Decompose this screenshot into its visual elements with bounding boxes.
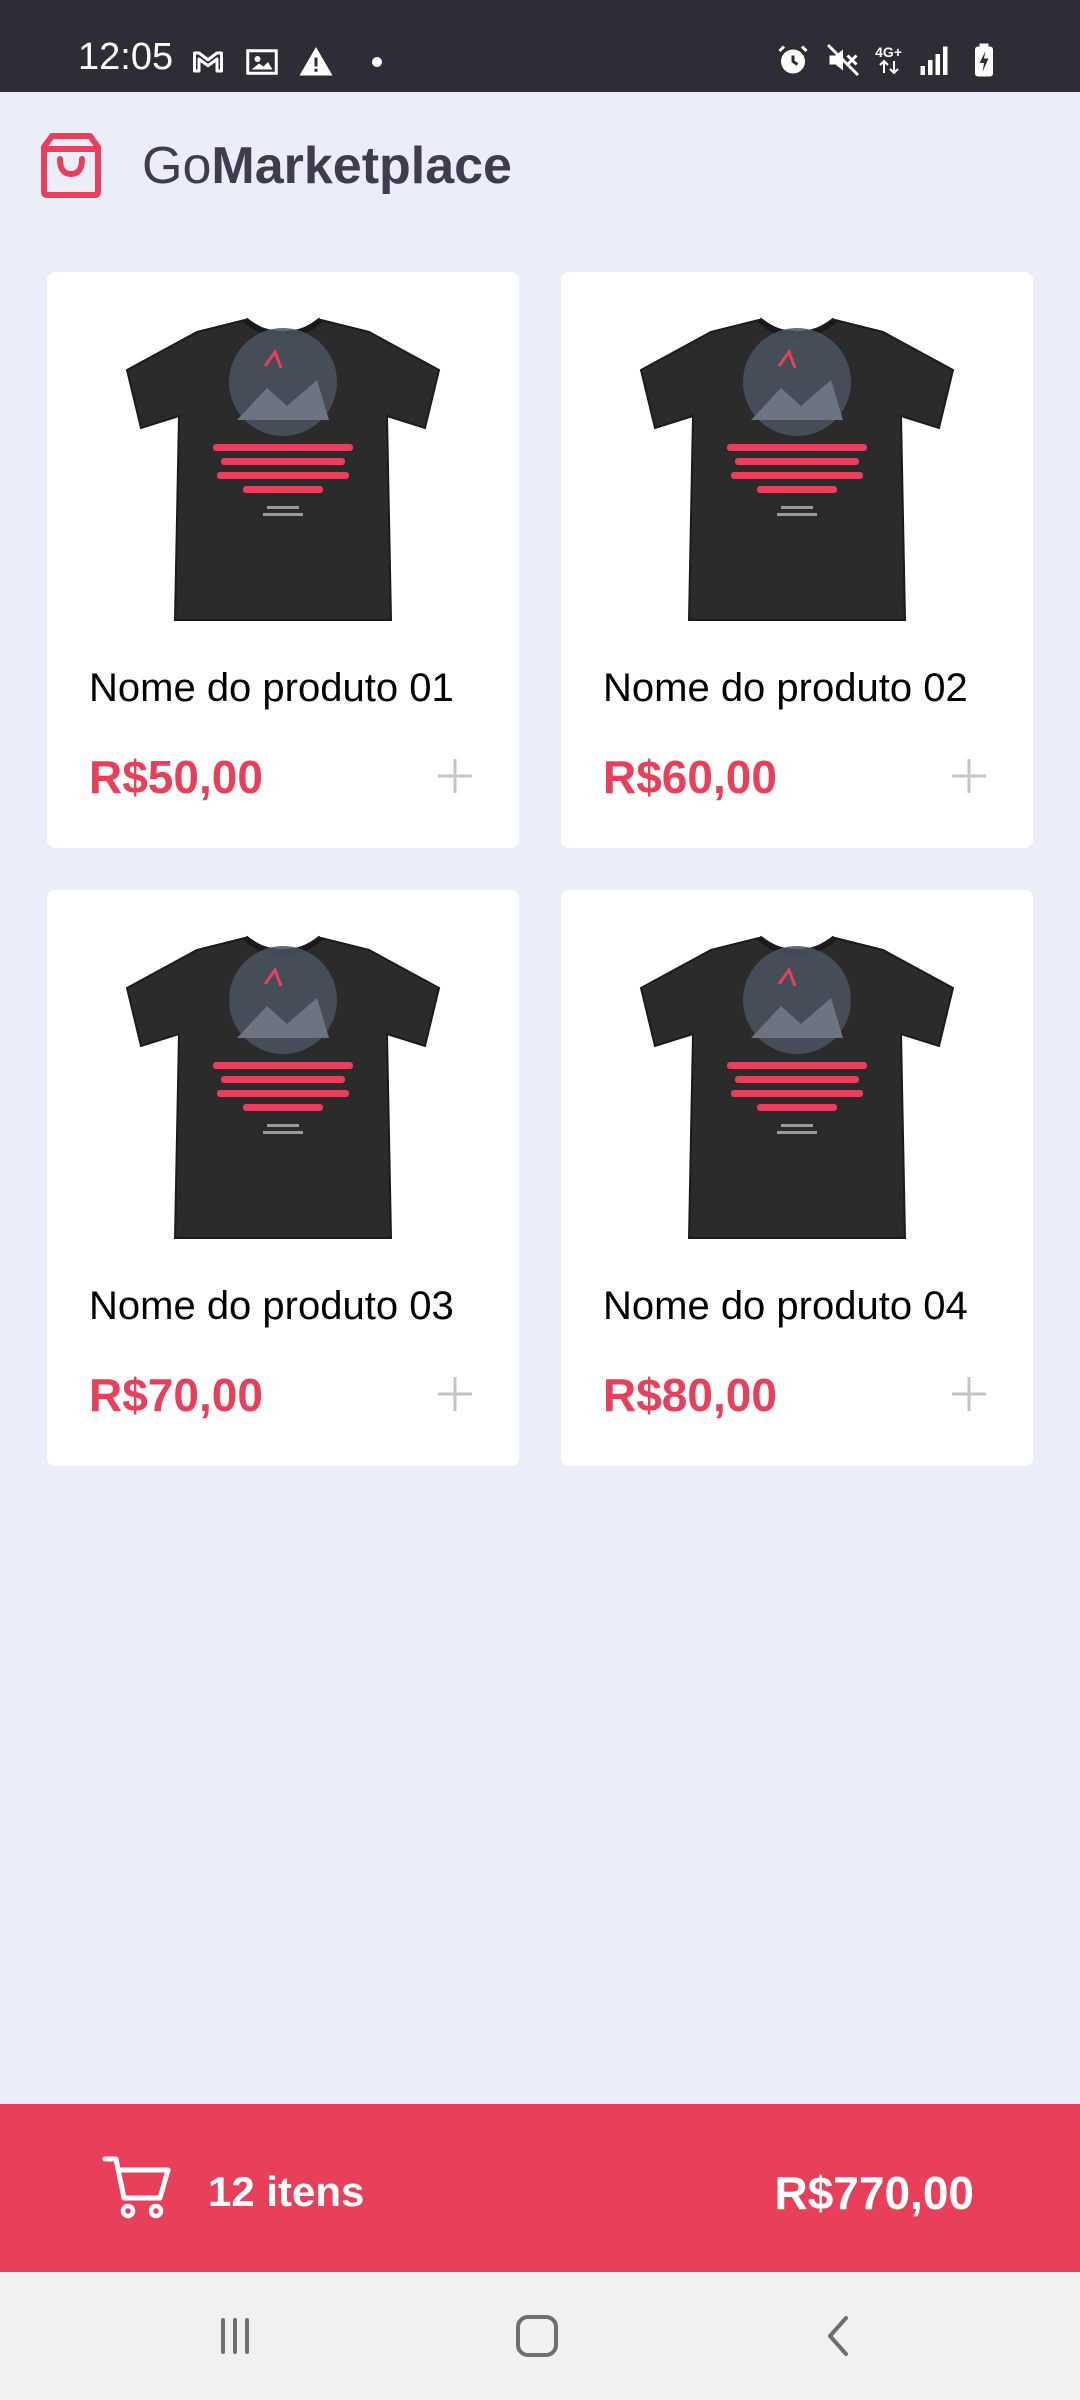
product-price: R$50,00: [89, 751, 263, 803]
network-type-label: 4G+: [875, 44, 902, 60]
signal-icon: [920, 46, 948, 75]
app-screen: 12:05 4G+ GoMarketplace Nome do produto …: [0, 0, 1080, 2400]
photo-icon: [246, 49, 278, 75]
recents-button[interactable]: [203, 2304, 267, 2368]
notification-dot-icon: [372, 57, 382, 67]
product-title: Nome do produto 04: [603, 1284, 968, 1328]
add-to-cart-button[interactable]: [425, 1364, 485, 1424]
product-image: [117, 310, 449, 630]
data-arrows-icon: [878, 59, 899, 75]
product-card[interactable]: Nome do produto 02 R$60,00: [561, 272, 1033, 848]
product-card[interactable]: Nome do produto 04 R$80,00: [561, 890, 1033, 1466]
shopping-bag-icon: [41, 133, 101, 198]
add-to-cart-button[interactable]: [425, 746, 485, 806]
plus-icon: [952, 759, 986, 793]
plus-icon: [952, 1377, 986, 1411]
product-card[interactable]: Nome do produto 01 R$50,00: [47, 272, 519, 848]
product-title: Nome do produto 02: [603, 666, 968, 710]
app-header: GoMarketplace: [0, 92, 1080, 242]
status-time: 12:05: [78, 36, 174, 78]
cart-total-value: R$770,00: [774, 2167, 975, 2219]
product-image: [631, 310, 963, 630]
navigation-bar: [0, 2272, 1080, 2400]
product-image: [117, 928, 449, 1248]
brand-part-go: Go: [142, 137, 212, 195]
cart-summary-bar[interactable]: 12 itens R$770,00: [0, 2104, 1080, 2272]
status-bar: 12:05 4G+: [0, 0, 1080, 92]
mute-icon: [827, 43, 860, 77]
add-to-cart-button[interactable]: [939, 746, 999, 806]
recents-icon: [221, 2318, 249, 2354]
add-to-cart-button[interactable]: [939, 1364, 999, 1424]
back-button[interactable]: [808, 2304, 872, 2368]
shopping-cart-icon: [102, 2156, 171, 2219]
plus-icon: [438, 1377, 472, 1411]
home-button[interactable]: [505, 2304, 569, 2368]
home-icon: [516, 2315, 558, 2357]
back-icon: [828, 2316, 848, 2356]
warning-icon: [299, 47, 333, 76]
product-price: R$80,00: [603, 1369, 777, 1421]
product-price: R$70,00: [89, 1369, 263, 1421]
product-card[interactable]: Nome do produto 03 R$70,00: [47, 890, 519, 1466]
product-image: [631, 928, 963, 1248]
status-left-icons: [190, 42, 382, 82]
status-right-icons: 4G+: [775, 40, 1002, 80]
cart-item-count: 12 itens: [208, 2168, 365, 2215]
network-4g-icon: 4G+: [875, 45, 902, 75]
brand-title: GoMarketplace: [142, 137, 512, 195]
gmail-icon: [193, 51, 223, 73]
plus-icon: [438, 759, 472, 793]
product-price: R$60,00: [603, 751, 777, 803]
battery-charging-icon: [975, 43, 993, 77]
product-title: Nome do produto 03: [89, 1284, 454, 1328]
product-title: Nome do produto 01: [89, 666, 454, 710]
brand-part-marketplace: Marketplace: [211, 137, 512, 195]
alarm-icon: [778, 45, 808, 74]
